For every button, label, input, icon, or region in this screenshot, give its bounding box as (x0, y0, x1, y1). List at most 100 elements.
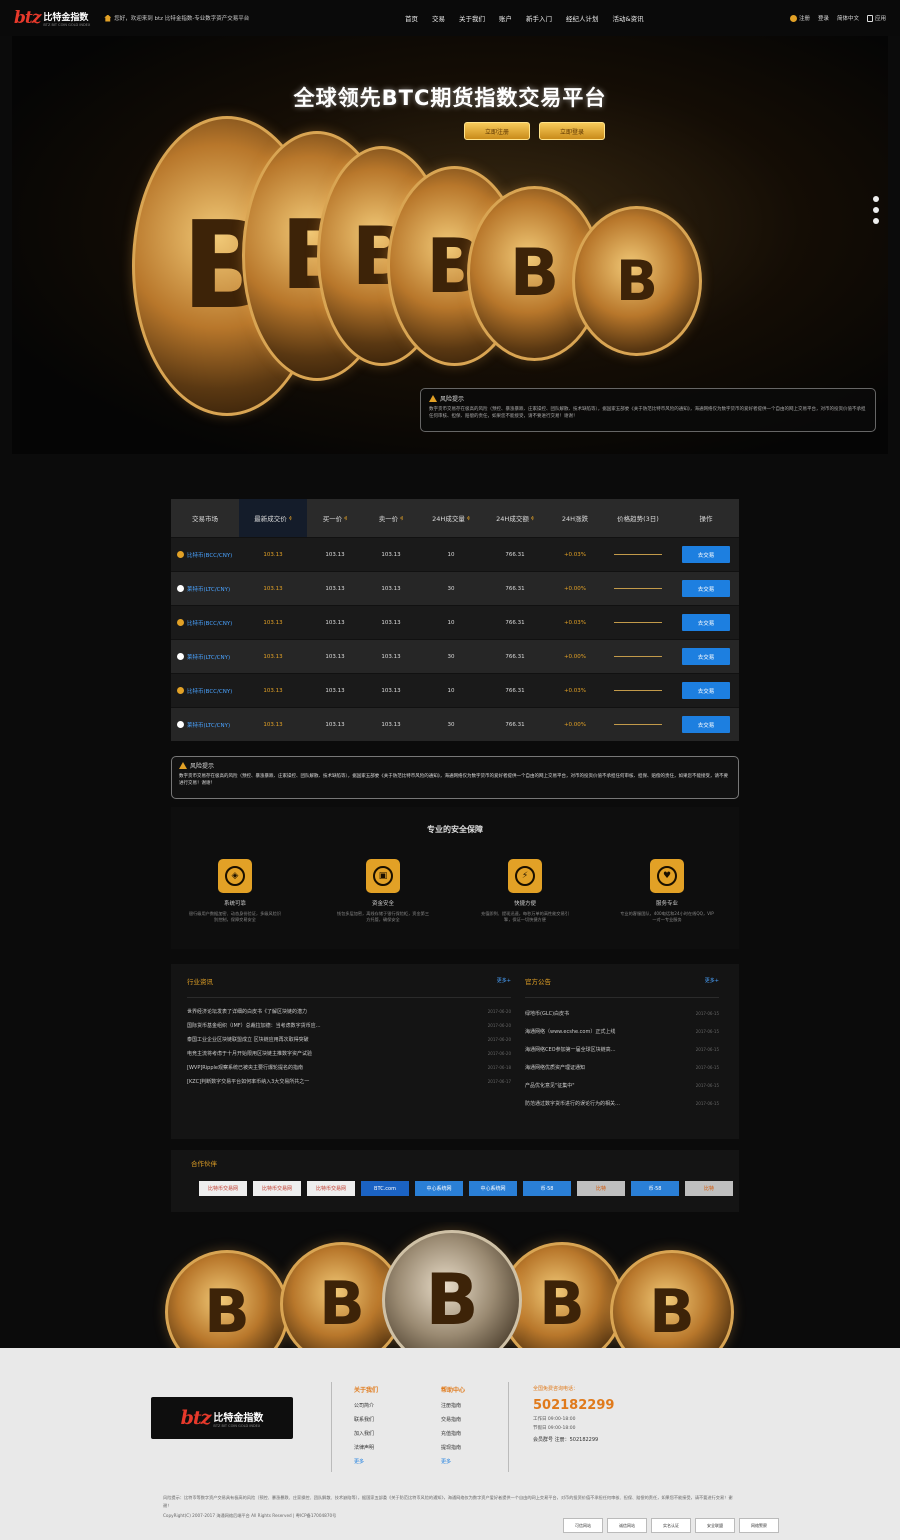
list-item[interactable]: 海通网络优质资产理证通知 2017-06-15 (525, 1058, 719, 1076)
news-item-title: 海通网络（www.ecshe.com）正式上线 (525, 1028, 616, 1035)
hero-login-button[interactable]: 立即登录 (539, 122, 605, 140)
user-icon (789, 15, 797, 22)
market-name[interactable]: 莱特币(LTC/CNY) (171, 721, 239, 729)
list-item[interactable]: [WVP]Ripple观察系统已被央主要行爆轮提名的指南 2017-06-18 (187, 1060, 511, 1074)
partner-logo[interactable]: 比特 (577, 1181, 625, 1196)
nav-trade[interactable]: 交易 (425, 13, 452, 23)
news-item-date: 2017-06-20 (487, 1036, 511, 1042)
footer-link[interactable]: 公司简介 (354, 1398, 378, 1412)
hero-register-button[interactable]: 立即注册 (464, 122, 530, 140)
list-item[interactable]: 绿地币(GLC)白皮书 2017-06-15 (525, 1004, 719, 1022)
action-cell: 去交易 (673, 614, 739, 631)
list-item[interactable]: 国际货币基金组织（IMF）总裁拉加德：当考虑数字货币应… 2017-06-20 (187, 1018, 511, 1032)
market-name[interactable]: 莱特币(LTC/CNY) (171, 653, 239, 661)
list-item[interactable]: 防范通过数字货币进行的误论行为的相关… 2017-06-15 (525, 1094, 719, 1112)
nav-beginner[interactable]: 新手入门 (519, 13, 559, 23)
list-item[interactable]: 产品优化意见"征集中" 2017-06-15 (525, 1076, 719, 1094)
carousel-dot[interactable] (873, 196, 879, 202)
col-change[interactable]: 24H涨跌 (547, 499, 603, 537)
footer-more-link[interactable]: 更多 (441, 1454, 465, 1468)
news-header: 行业资讯 更多+ (187, 964, 511, 998)
trust-badge[interactable]: 可信网站 (563, 1518, 603, 1533)
market-name[interactable]: 比特币(BCC/CNY) (171, 687, 239, 695)
change: +0.00% (563, 653, 587, 660)
list-item[interactable]: 电竞主流将考虑于十月开始限用区块链主推数字资产试验 2017-06-20 (187, 1046, 511, 1060)
app-link[interactable]: 应用 (866, 14, 886, 22)
action-cell: 去交易 (673, 580, 739, 597)
trend-line (614, 656, 662, 657)
trust-badge[interactable]: 实名认证 (651, 1518, 691, 1533)
footer-link[interactable]: 交易指南 (441, 1412, 465, 1426)
footer-link[interactable]: 充值指南 (441, 1426, 465, 1440)
volume: 10 (447, 619, 455, 626)
nav-news[interactable]: 活动&资讯 (606, 13, 651, 23)
trade-button[interactable]: 去交易 (682, 614, 730, 631)
partner-logo[interactable]: 比特币交易网 (199, 1181, 247, 1196)
nav-broker[interactable]: 经纪人计划 (559, 13, 606, 23)
trade-button[interactable]: 去交易 (682, 716, 730, 733)
risk-text: 数字货币交易存在极高的风险（预控、暴涨暴跌、庄家操控、团队解散、技术缺陷等），据… (429, 407, 866, 419)
col-ask[interactable]: 卖一价 (363, 499, 419, 537)
more-link[interactable]: 更多+ (497, 977, 511, 984)
partner-logo[interactable]: 比特 (685, 1181, 733, 1196)
trade-button[interactable]: 去交易 (682, 546, 730, 563)
list-item[interactable]: 海通网络（www.ecshe.com）正式上线 2017-06-15 (525, 1022, 719, 1040)
partner-logo[interactable]: 比特币交易网 (307, 1181, 355, 1196)
partner-logo[interactable]: BTC.com (361, 1181, 409, 1196)
industry-news: 行业资讯 更多+ 世界经济论坛发表了详细的白皮书《了解区块链的潜力 2017-06… (187, 964, 511, 1139)
trust-badge[interactable]: 网络警察 (739, 1518, 779, 1533)
trust-badge[interactable]: 诚信网站 (607, 1518, 647, 1533)
site-logo[interactable]: btz 比特金指数 BTZ BIT COIN GOLD INDEX (14, 8, 90, 28)
footer-link[interactable]: 法律声明 (354, 1440, 378, 1454)
trust-badge[interactable]: 安全联盟 (695, 1518, 735, 1533)
col-bid[interactable]: 买一价 (307, 499, 363, 537)
trade-button[interactable]: 去交易 (682, 648, 730, 665)
market-name[interactable]: 比特币(BCC/CNY) (171, 551, 239, 559)
market-name-text: 比特币(BCC/CNY) (187, 620, 233, 627)
volume: 30 (447, 585, 455, 592)
footer-link[interactable]: 加入我们 (354, 1426, 378, 1440)
col-last-price[interactable]: 最新成交价 (239, 499, 307, 537)
col-label: 24H成交量 (432, 515, 465, 523)
list-item[interactable]: 泰国工业企业区块链联盟成立 区块链应用再次取得突破 2017-06-20 (187, 1032, 511, 1046)
list-item[interactable]: [KZC]判断数字交易平台如何率币纳入3大交易所共之一 2017-06-17 (187, 1074, 511, 1088)
footer-link[interactable]: 提现指南 (441, 1440, 465, 1454)
col-market[interactable]: 交易市场 (171, 499, 239, 537)
carousel-dot[interactable] (873, 218, 879, 224)
partner-logo[interactable]: 比特币交易网 (253, 1181, 301, 1196)
footer-more-link[interactable]: 更多 (354, 1454, 378, 1468)
feature-desc: 专业的客服团队，400电话和24小时在线QQ，VIP一对一专业服务 (620, 911, 714, 922)
change: +0.00% (563, 721, 587, 728)
nav-account[interactable]: 账户 (492, 13, 519, 23)
market-name-text: 莱特币(LTC/CNY) (187, 722, 231, 729)
carousel-dot[interactable] (873, 207, 879, 213)
footer-link[interactable]: 联系我们 (354, 1412, 378, 1426)
trade-button[interactable]: 去交易 (682, 682, 730, 699)
nav-home[interactable]: 首页 (398, 13, 425, 23)
col-volume[interactable]: 24H成交量 (419, 499, 483, 537)
col-amount[interactable]: 24H成交额 (483, 499, 547, 537)
partner-logo[interactable]: 中心系统网 (415, 1181, 463, 1196)
news-item-title: 防范通过数字货币进行的误论行为的相关… (525, 1100, 621, 1107)
list-item[interactable]: 海通网络CEO参加第一届全球区块链高… 2017-06-15 (525, 1040, 719, 1058)
market-name[interactable]: 比特币(BCC/CNY) (171, 619, 239, 627)
nav-about[interactable]: 关于我们 (452, 13, 492, 23)
language-select[interactable]: 简体中文 (837, 14, 859, 22)
login-link[interactable]: 登录 (818, 14, 829, 22)
more-link[interactable]: 更多+ (705, 977, 719, 984)
list-item[interactable]: 世界经济论坛发表了详细的白皮书《了解区块链的潜力 2017-06-20 (187, 1004, 511, 1018)
register-link[interactable]: 注册 (789, 14, 810, 22)
footer-logo[interactable]: btz 比特金指数 BTZ BIT COIN GOLD INDEX (151, 1397, 293, 1439)
partner-logo[interactable]: 币·58 (523, 1181, 571, 1196)
footer-link[interactable]: 注册指南 (441, 1398, 465, 1412)
trade-button[interactable]: 去交易 (682, 580, 730, 597)
hero-title: 全球领先BTC期货指数交易平台 (293, 86, 607, 110)
trend-line (614, 724, 662, 725)
amount: 766.31 (505, 551, 525, 558)
trend-line (614, 554, 662, 555)
partner-logo[interactable]: 币·58 (631, 1181, 679, 1196)
bitcoin-coin-icon: B (165, 1250, 289, 1348)
ask-price: 103.13 (381, 619, 401, 626)
market-name[interactable]: 莱特币(LTC/CNY) (171, 585, 239, 593)
partner-logo[interactable]: 中心系统网 (469, 1181, 517, 1196)
